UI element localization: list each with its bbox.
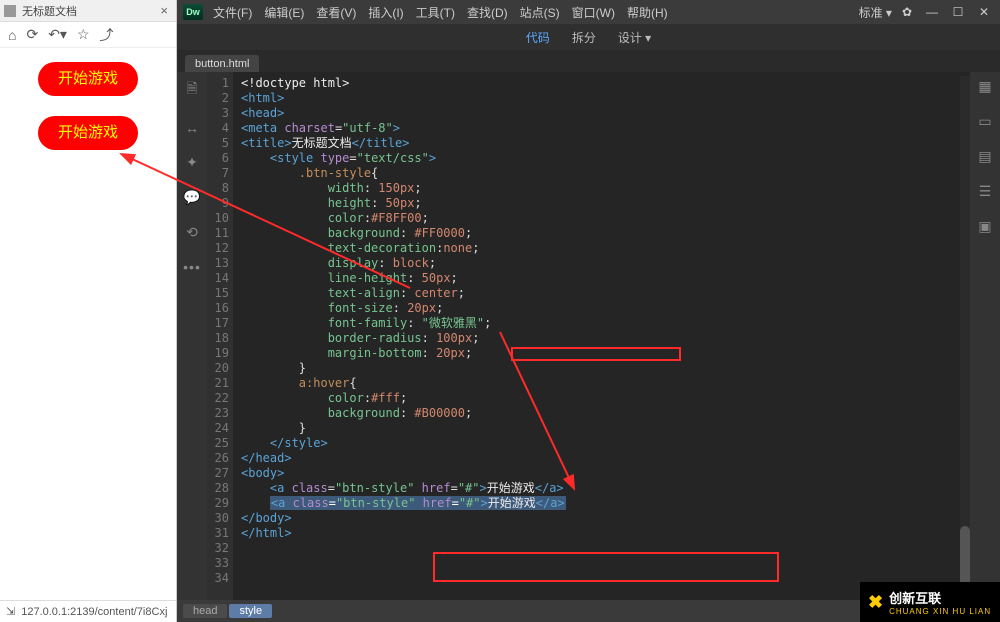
document-tab[interactable]: button.html [185, 55, 259, 72]
dreamweaver-window: Dw 文件(F)编辑(E)查看(V)插入(I)工具(T)查找(D)站点(S)窗口… [177, 0, 1000, 622]
close-button[interactable]: ✕ [974, 5, 994, 19]
menu-站点(S)[interactable]: 站点(S) [514, 4, 566, 22]
scrollbar-vertical[interactable] [960, 76, 970, 598]
left-toolbar: 🗎 ↔ ✦ 💬 ⟲ ••• [177, 72, 207, 600]
menu-文件(F)[interactable]: 文件(F) [207, 4, 258, 22]
view-switcher: 代码 拆分 设计 ▾ [177, 24, 1000, 50]
tab-close-button[interactable]: × [156, 3, 172, 18]
magic-icon[interactable]: ✦ [186, 154, 198, 171]
dw-logo-icon: Dw [183, 4, 203, 20]
menu-插入(I)[interactable]: 插入(I) [362, 4, 409, 22]
file-icon[interactable]: 🗎 [186, 78, 197, 102]
menu-查看(V)[interactable]: 查看(V) [310, 4, 362, 22]
reload-icon[interactable]: ⟳ [26, 26, 38, 43]
favicon-icon [4, 5, 16, 17]
view-split[interactable]: 拆分 [572, 29, 596, 46]
corner-watermark: ✖ 创新互联 CHUANG XIN HU LIAN [860, 582, 1000, 622]
resize-icon: ⇲ [6, 605, 15, 618]
menu-工具(T)[interactable]: 工具(T) [410, 4, 461, 22]
brand-name: 创新互联 [889, 588, 991, 607]
settings-icon[interactable]: ✿ [902, 5, 912, 19]
right-toolbar: ▦ ▭ ▤ ☰ ▣ [970, 72, 1000, 600]
preview-button-1[interactable]: 开始游戏 [38, 62, 138, 96]
crumb-style[interactable]: style [229, 604, 272, 618]
panel-icon-3[interactable]: ▤ [978, 148, 991, 165]
browser-preview-panel: 无标题文档 × ⌂ ⟳ ↶▾ ☆ ⤴ 开始游戏 开始游戏 ⇲ 127.0.0.1… [0, 0, 177, 622]
browser-tab-title: 无标题文档 [22, 3, 150, 19]
preview-viewport: 开始游戏 开始游戏 [0, 48, 176, 600]
browser-status-bar: ⇲ 127.0.0.1:2139/content/7i8Cxj [0, 600, 176, 622]
browser-tab-bar: 无标题文档 × [0, 0, 176, 22]
preview-button-2[interactable]: 开始游戏 [38, 116, 138, 150]
panel-icon-4[interactable]: ☰ [979, 183, 992, 200]
more-icon[interactable]: ••• [183, 259, 201, 275]
view-design[interactable]: 设计 ▾ [618, 29, 651, 46]
panel-icon-5[interactable]: ▣ [978, 218, 991, 235]
share-icon[interactable]: ⤴ [100, 25, 114, 45]
chat-icon[interactable]: 💬 [183, 189, 200, 206]
main-menu-bar: Dw 文件(F)编辑(E)查看(V)插入(I)工具(T)查找(D)站点(S)窗口… [177, 0, 1000, 24]
panel-icon-1[interactable]: ▦ [978, 78, 991, 95]
menu-帮助(H)[interactable]: 帮助(H) [621, 4, 674, 22]
star-icon[interactable]: ☆ [77, 26, 90, 43]
home-icon[interactable]: ⌂ [8, 27, 16, 43]
panel-icon-2[interactable]: ▭ [978, 113, 991, 130]
minimize-button[interactable]: — [922, 5, 942, 19]
undo-icon[interactable]: ↶▾ [48, 26, 67, 43]
maximize-button[interactable]: ☐ [948, 5, 968, 19]
browser-nav-bar: ⌂ ⟳ ↶▾ ☆ ⤴ [0, 22, 176, 48]
document-tab-row: button.html [177, 50, 1000, 72]
view-code[interactable]: 代码 [526, 29, 550, 46]
logo-mark-icon: ✖ [868, 592, 883, 613]
window-controls: — ☐ ✕ [922, 5, 994, 19]
menu-编辑(E)[interactable]: 编辑(E) [258, 4, 310, 22]
refresh-icon[interactable]: ⟲ [186, 224, 198, 241]
select-icon[interactable]: ↔ [185, 120, 199, 136]
browser-url: 127.0.0.1:2139/content/7i8Cxj [21, 606, 167, 618]
brand-sub: CHUANG XIN HU LIAN [889, 607, 991, 616]
menu-窗口(W)[interactable]: 窗口(W) [566, 4, 621, 22]
code-editor[interactable]: 1234567891011121314151617181920212223242… [207, 72, 970, 600]
workspace-switcher[interactable]: 标准 ▾ [859, 4, 892, 21]
menu-查找(D)[interactable]: 查找(D) [461, 4, 514, 22]
crumb-head[interactable]: head [183, 604, 227, 618]
